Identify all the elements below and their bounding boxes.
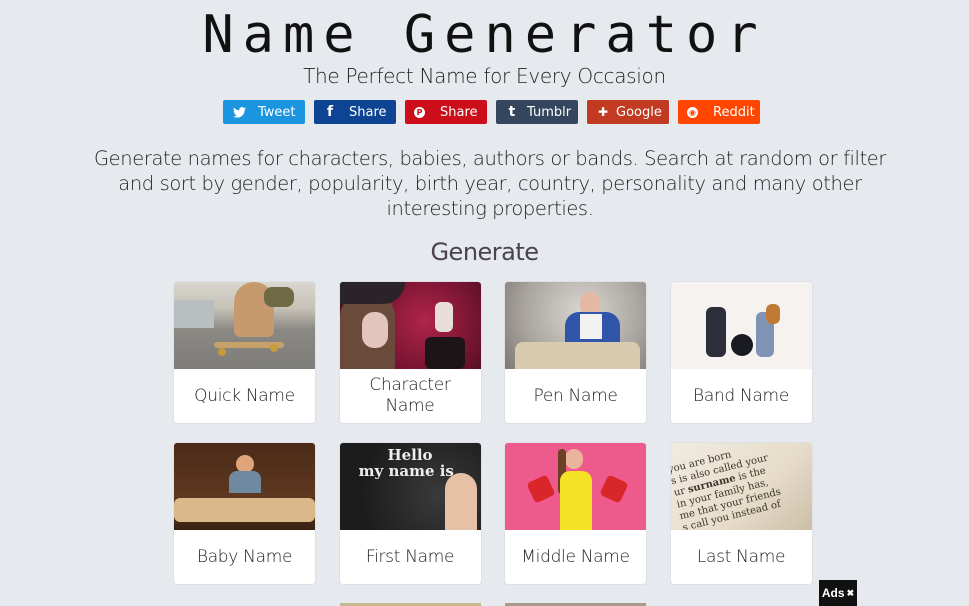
close-icon: ✖ [846, 587, 855, 598]
site-subtitle: The Perfect Name for Every Occasion [303, 64, 666, 88]
google-button[interactable]: ✚ Google [587, 100, 669, 124]
card-first-name[interactable]: Hello my name is_ First Name [339, 443, 481, 584]
card-baby-name[interactable]: Baby Name [174, 443, 315, 584]
tweet-button[interactable]: Tweet [223, 100, 305, 124]
facebook-share-label: Share [349, 104, 387, 120]
hello-my-name-is-image: Hello my name is_ [339, 443, 481, 530]
card-quick-name[interactable]: Quick Name [174, 282, 315, 423]
site-title: Name Generator [202, 5, 767, 65]
tweet-label: Tweet [258, 104, 296, 120]
card-character-name[interactable]: Character Name [339, 282, 481, 423]
generator-grid: Quick Name Character Name Pen Name Band [174, 282, 812, 584]
share-buttons: Tweet f Share P Share t Tumblr ✚ Google … [223, 100, 760, 124]
tumblr-icon: t [508, 104, 516, 120]
site-description: Generate names for characters, babies, a… [93, 147, 887, 220]
facebook-share-button[interactable]: f Share [314, 100, 396, 124]
card-label: Band Name [693, 385, 789, 406]
card-label: Character Name [369, 375, 451, 416]
facebook-icon: f [326, 104, 334, 120]
card-label: Last Name [696, 546, 786, 567]
rock-band-image [670, 282, 812, 369]
baby-with-books-image [174, 443, 315, 530]
writer-with-books-image [505, 282, 646, 369]
reddit-label: Reddit [713, 104, 755, 120]
ads-close-badge[interactable]: Ads ✖ [819, 580, 857, 606]
generate-heading: Generate [430, 238, 539, 266]
card-label: Quick Name [194, 385, 295, 406]
google-plus-icon: ✚ [597, 105, 609, 119]
costumed-character-image [339, 282, 481, 369]
twitter-icon [232, 105, 246, 119]
google-label: Google [616, 104, 662, 120]
card-band-name[interactable]: Band Name [670, 282, 812, 423]
card-label: Baby Name [196, 546, 293, 567]
card-middle-name[interactable]: Middle Name [505, 443, 646, 584]
card-label: First Name [365, 546, 455, 567]
woman-with-shoes-image [505, 443, 646, 530]
card-pen-name[interactable]: Pen Name [505, 282, 646, 423]
pinterest-icon: P [414, 106, 425, 118]
skateboarder-image [174, 282, 315, 369]
reddit-button[interactable]: ◉ Reddit [678, 100, 760, 124]
card-label: Pen Name [533, 385, 618, 406]
card-last-name[interactable]: you are born s is also called your ur surn… [670, 443, 812, 584]
reddit-icon: ◉ [687, 106, 698, 118]
card-label: Middle Name [521, 546, 630, 567]
pinterest-share-button[interactable]: P Share [405, 100, 487, 124]
dictionary-surname-image: you are born s is also called your ur surn… [670, 443, 812, 530]
pinterest-share-label: Share [440, 104, 478, 120]
ads-label: Ads [821, 586, 845, 600]
tumblr-button[interactable]: t Tumblr [496, 100, 578, 124]
tumblr-label: Tumblr [527, 104, 572, 120]
